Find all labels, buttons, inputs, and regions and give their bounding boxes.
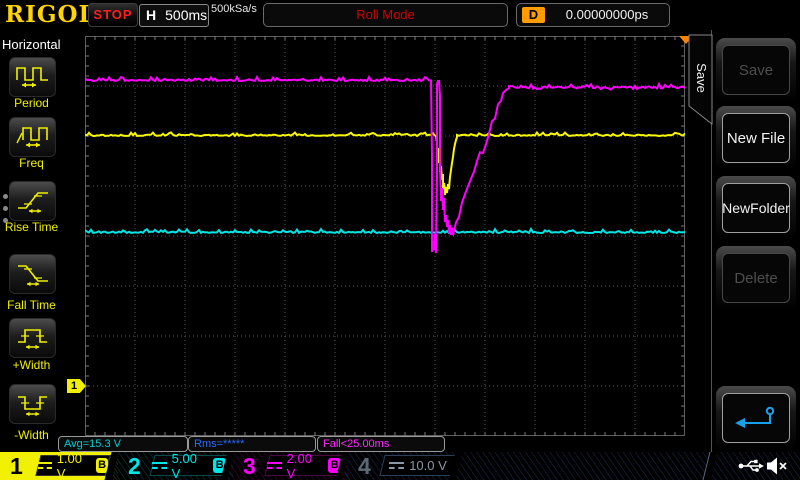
menu-tab-save: Save xyxy=(688,34,714,126)
channel2-dc-coupling-icon xyxy=(152,462,167,469)
usb-icon xyxy=(738,458,764,474)
period-icon xyxy=(14,63,52,91)
menu-page-dot xyxy=(3,218,8,223)
new-file-button[interactable]: New File xyxy=(716,106,796,170)
new-folder-button[interactable]: NewFolder xyxy=(716,176,796,240)
delete-button-label: Delete xyxy=(722,253,790,303)
acquisition-mode-box: Roll Mode xyxy=(263,3,508,27)
channel3-indicator[interactable]: 3 2.00 V B xyxy=(233,452,348,480)
menu-item-freq[interactable] xyxy=(9,117,56,157)
menu-item-fall-time[interactable] xyxy=(9,254,56,294)
return-arrow-icon xyxy=(730,405,782,431)
freq-icon xyxy=(14,123,52,151)
fall-time-icon xyxy=(14,260,52,288)
channel2-number: 2 xyxy=(128,452,141,480)
menu-item-fall-time-label: Fall Time xyxy=(0,298,63,312)
channel1-number: 1 xyxy=(10,452,23,480)
delay-value: 0.00000000ps xyxy=(547,4,667,26)
measurement-avg: Avg=15.3 V xyxy=(58,436,188,452)
measurement-fall: Fall<25.00ms xyxy=(317,436,445,452)
trace-ch2-cyan xyxy=(85,229,685,233)
save-button[interactable]: Save xyxy=(716,38,796,102)
channel2-indicator[interactable]: 2 5.00 V B xyxy=(118,452,233,480)
run-state-indicator[interactable]: STOP xyxy=(88,3,138,27)
channel4-number: 4 xyxy=(358,452,371,480)
menu-item-period-label: Period xyxy=(0,96,63,110)
menu-page-dot xyxy=(3,194,8,199)
timebase-value: 500ms xyxy=(165,7,207,23)
menu-item-minus-width-label: -Width xyxy=(0,428,63,442)
menu-item-freq-label: Freq xyxy=(0,156,63,170)
sample-rate: 500kSa/s xyxy=(211,3,257,15)
new-file-button-label: New File xyxy=(722,113,790,163)
graticule xyxy=(85,35,685,437)
delay-box: D 0.00000000ps xyxy=(516,3,670,27)
channel3-dc-coupling-icon xyxy=(267,462,282,469)
measurement-rms: Rms=***** xyxy=(188,436,316,452)
left-menu-title: Horizontal xyxy=(2,37,61,52)
speaker-muted-icon xyxy=(766,456,788,476)
rigol-logo: RIGOL xyxy=(5,1,96,28)
channel3-number: 3 xyxy=(243,452,256,480)
plus-width-icon xyxy=(14,324,52,352)
menu-tab-save-label: Save xyxy=(694,63,709,93)
channel1-dc-coupling-icon xyxy=(38,462,52,469)
menu-item-minus-width[interactable] xyxy=(9,384,56,424)
menu-item-plus-width[interactable] xyxy=(9,318,56,358)
menu-item-rise-time-label: Rise Time xyxy=(0,220,63,234)
menu-item-rise-time[interactable] xyxy=(9,181,56,221)
menu-item-plus-width-label: +Width xyxy=(0,358,63,372)
channel4-indicator[interactable]: 4 10.0 V xyxy=(348,452,460,480)
save-button-label: Save xyxy=(722,45,790,95)
channel4-dc-coupling-icon xyxy=(389,462,404,469)
new-folder-button-label: NewFolder xyxy=(722,183,790,233)
menu-page-dot xyxy=(3,206,8,211)
channel-status-bar: 1 1.00 V B 2 5.00 V B xyxy=(0,452,800,480)
rise-time-icon xyxy=(14,187,52,215)
channel1-ground-marker[interactable]: 1 xyxy=(67,379,86,393)
timebase-box: H 500ms xyxy=(139,4,209,27)
channel2-scale: 5.00 V xyxy=(172,452,209,480)
delete-button[interactable]: Delete xyxy=(716,246,796,310)
channel4-scale: 10.0 V xyxy=(409,458,447,473)
menu-item-period[interactable] xyxy=(9,57,56,97)
return-button[interactable] xyxy=(716,386,796,450)
channel1-indicator[interactable]: 1 1.00 V B xyxy=(0,452,118,480)
delay-badge: D xyxy=(522,7,545,23)
minus-width-icon xyxy=(14,390,52,418)
channel3-scale: 2.00 V xyxy=(287,452,324,480)
horizontal-label: H xyxy=(146,7,156,23)
channel1-scale: 1.00 V xyxy=(57,452,91,480)
oscilloscope-screen: RIGOL STOP H 500ms 500kSa/s Roll Mode D 0… xyxy=(0,0,800,480)
